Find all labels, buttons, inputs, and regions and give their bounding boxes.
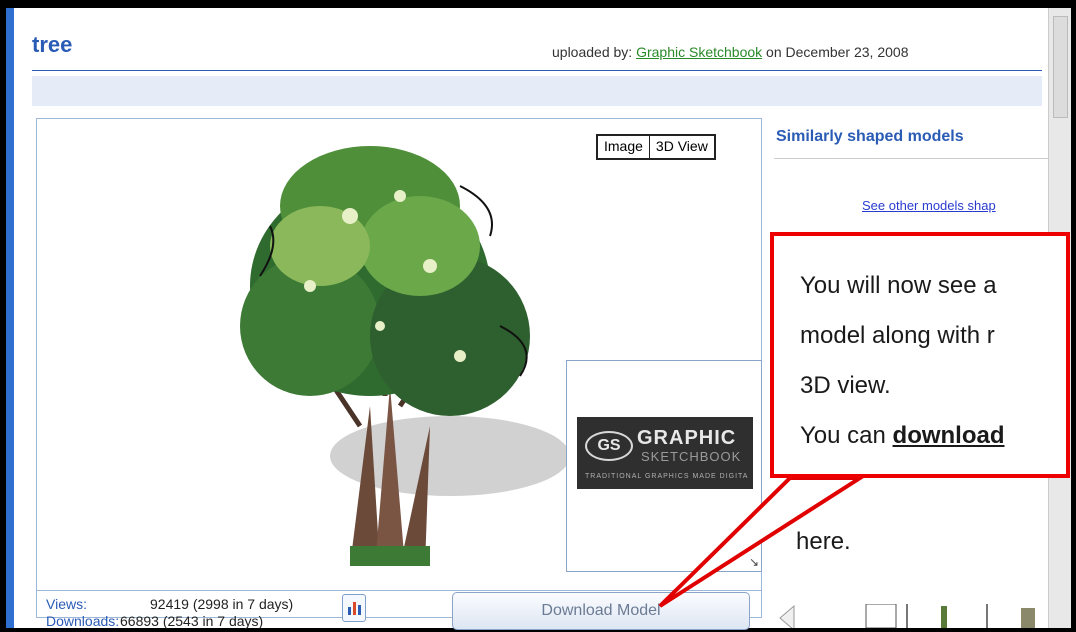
tutorial-callout: You will now see a model along with r 3D… bbox=[770, 232, 1070, 478]
callout-line4-prefix: You can bbox=[800, 422, 893, 449]
callout-line1: You will now see a bbox=[800, 272, 997, 299]
callout-line5: here. bbox=[796, 528, 851, 555]
callout-line2: model along with r bbox=[800, 322, 995, 349]
callout-download-emphasis: download bbox=[892, 422, 1005, 449]
callout-line3: 3D view. bbox=[800, 372, 891, 399]
callout-line4: You can download bbox=[800, 422, 1005, 450]
